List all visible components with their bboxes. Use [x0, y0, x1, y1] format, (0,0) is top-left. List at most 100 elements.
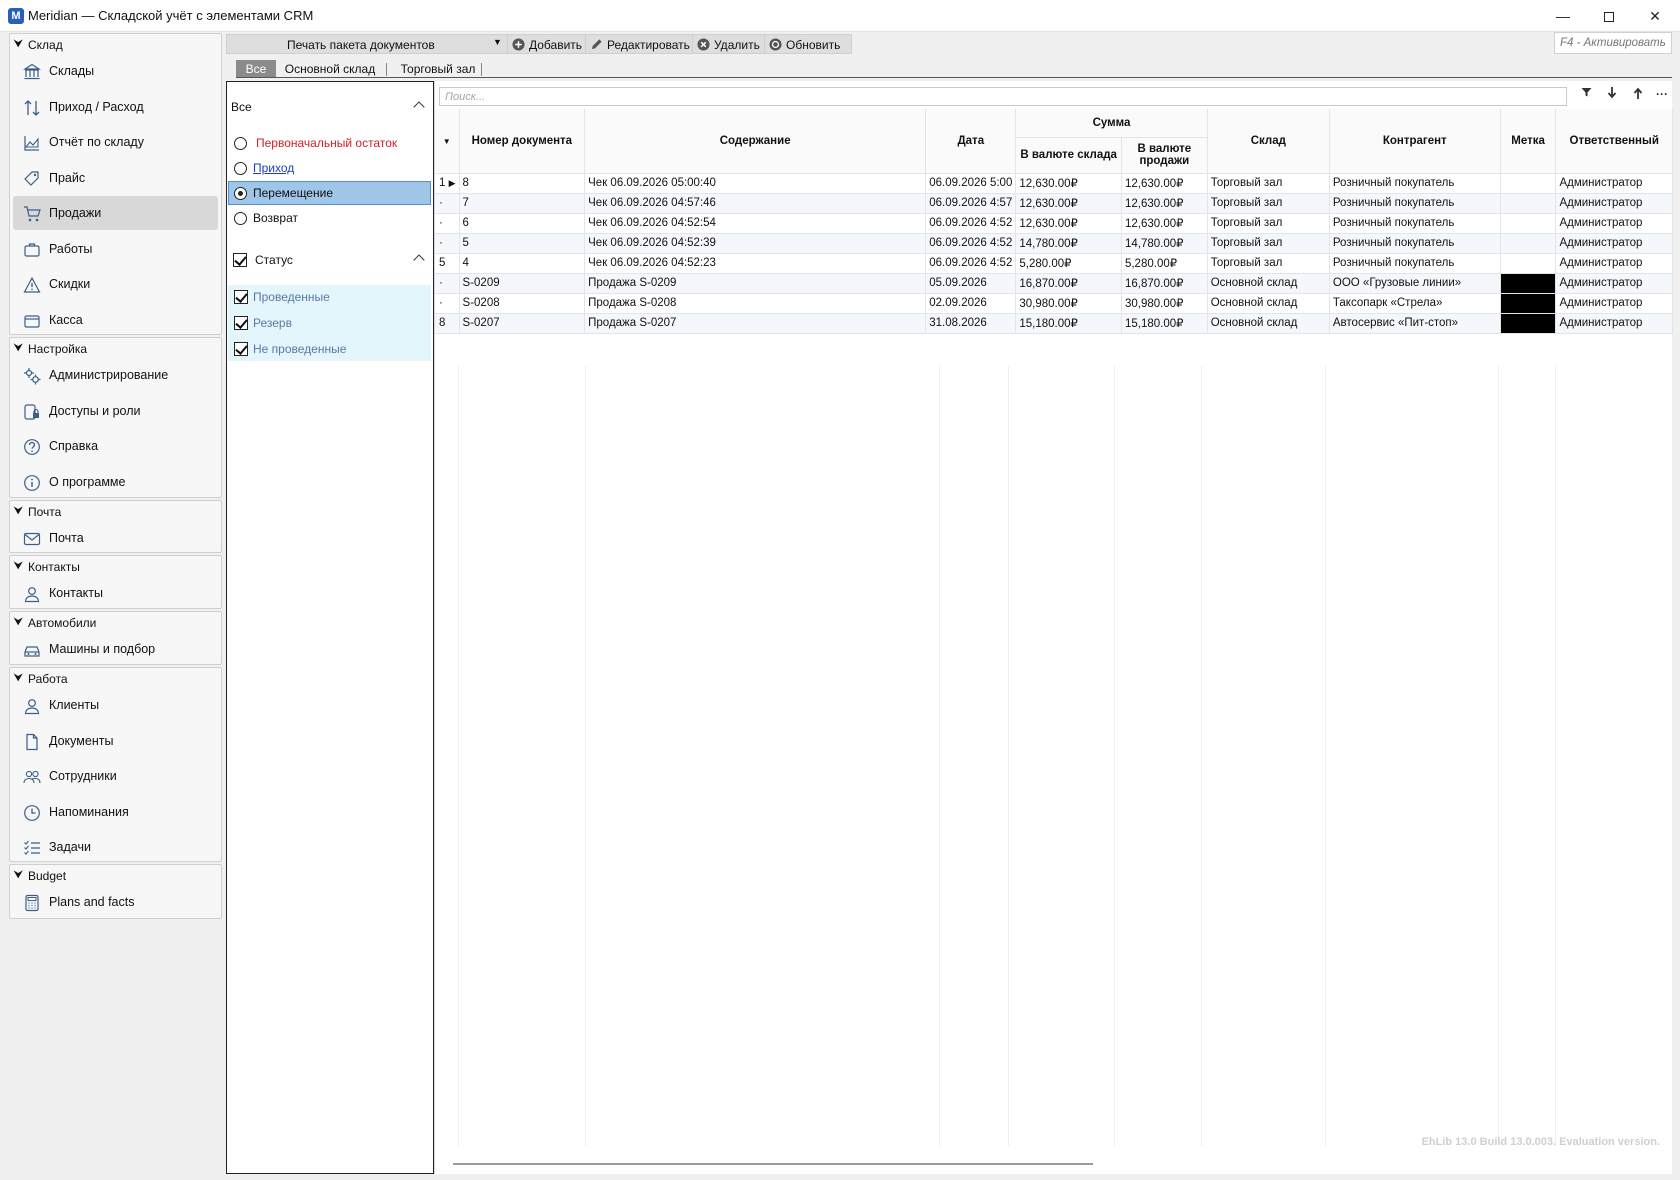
sort-down-icon[interactable]: [1601, 87, 1623, 106]
refresh-button[interactable]: Обновить: [765, 34, 852, 54]
sidebar-item[interactable]: Администрирование: [13, 358, 218, 392]
cell-mark[interactable]: [1500, 233, 1557, 254]
cell-date[interactable]: 06.09.2026 4:52: [925, 253, 1017, 274]
cell-sum-sale[interactable]: 30,980.00₽: [1121, 293, 1208, 314]
sidebar-item[interactable]: Документы: [13, 724, 218, 758]
cell-date[interactable]: 02.09.2026: [925, 293, 1017, 314]
cell-num[interactable]: S-0208: [459, 293, 586, 314]
row-indicator[interactable]: 8: [435, 313, 460, 334]
cell-sum-store[interactable]: 5,280.00₽: [1015, 253, 1122, 274]
checkbox-icon[interactable]: [234, 290, 248, 304]
cell-sum-sale[interactable]: 16,870.00₽: [1121, 273, 1208, 294]
sidebar-item[interactable]: Скидки: [13, 267, 218, 301]
sidebar-item[interactable]: Отчёт по складу: [13, 125, 218, 159]
search-input[interactable]: [439, 87, 1567, 106]
sidebar-item[interactable]: Склады: [13, 54, 218, 88]
sidebar-item[interactable]: Приход / Расход: [13, 90, 218, 124]
filter-icon[interactable]: [1575, 87, 1597, 106]
column-number[interactable]: Номер документа: [459, 109, 586, 174]
cell-mark[interactable]: [1500, 313, 1557, 334]
cell-store[interactable]: Основной склад: [1207, 293, 1330, 314]
cell-mark[interactable]: [1500, 273, 1557, 294]
cell-date[interactable]: 05.09.2026: [925, 273, 1017, 294]
cell-responsible[interactable]: Администратор: [1555, 253, 1673, 274]
checkbox-icon[interactable]: [233, 253, 247, 267]
cell-sum-store[interactable]: 12,630.00₽: [1015, 213, 1122, 234]
table-row[interactable]: 1 ▶ 8 Чек 06.09.2026 05:00:40 06.09.2026 5:…: [435, 173, 1673, 194]
cell-counterparty[interactable]: Розничный покупатель: [1329, 193, 1501, 214]
dropdown-arrow-icon[interactable]: ▼: [493, 37, 502, 47]
cell-content[interactable]: Чек 06.09.2026 05:00:40: [584, 173, 927, 194]
cell-store[interactable]: Торговый зал: [1207, 213, 1330, 234]
radio-selected-icon[interactable]: [234, 187, 247, 200]
cell-counterparty[interactable]: Розничный покупатель: [1329, 213, 1501, 234]
cell-num[interactable]: 4: [459, 253, 586, 274]
double-chevron-icon[interactable]: ⮟: [14, 556, 23, 578]
row-indicator[interactable]: ·: [435, 273, 460, 294]
cell-responsible[interactable]: Администратор: [1555, 273, 1673, 294]
chevron-up-icon[interactable]: [413, 101, 425, 113]
cell-sum-store[interactable]: 30,980.00₽: [1015, 293, 1122, 314]
cell-sum-store[interactable]: 16,870.00₽: [1015, 273, 1122, 294]
sidebar-group-header[interactable]: ⮟ Контакты: [10, 556, 221, 578]
cell-counterparty[interactable]: Розничный покупатель: [1329, 233, 1501, 254]
cell-responsible[interactable]: Администратор: [1555, 313, 1673, 334]
cell-sum-sale[interactable]: 12,630.00₽: [1121, 213, 1208, 234]
column-date[interactable]: Дата: [925, 109, 1017, 174]
sidebar-item[interactable]: Работы: [13, 232, 218, 266]
double-chevron-icon[interactable]: ⮟: [14, 501, 23, 523]
sidebar-item[interactable]: Сотрудники: [13, 759, 218, 793]
indicator-header[interactable]: ▼: [435, 109, 460, 174]
cell-date[interactable]: 06.09.2026 5:00: [925, 173, 1017, 194]
sidebar-item[interactable]: Напоминания: [13, 795, 218, 829]
cell-responsible[interactable]: Администратор: [1555, 233, 1673, 254]
tab-sales-floor[interactable]: Торговый зал: [390, 60, 486, 78]
cell-num[interactable]: 5: [459, 233, 586, 254]
cell-sum-sale[interactable]: 15,180.00₽: [1121, 313, 1208, 334]
filter-option-income[interactable]: Приход: [228, 156, 431, 180]
row-indicator[interactable]: ·: [435, 293, 460, 314]
column-store[interactable]: Склад: [1207, 109, 1330, 174]
edit-button[interactable]: Редактировать: [586, 34, 693, 54]
cell-sum-sale[interactable]: 14,780.00₽: [1121, 233, 1208, 254]
cell-sum-sale[interactable]: 5,280.00₽: [1121, 253, 1208, 274]
column-counterparty[interactable]: Контрагент: [1329, 109, 1501, 174]
sidebar-group-header[interactable]: ⮟ Настройка: [10, 338, 221, 360]
cell-responsible[interactable]: Администратор: [1555, 193, 1673, 214]
more-icon[interactable]: ···: [1651, 87, 1673, 106]
row-indicator[interactable]: ·: [435, 233, 460, 254]
sidebar-item[interactable]: Справка: [13, 429, 218, 463]
table-row[interactable]: 8 S-0207 Продажа S-0207 31.08.2026 15,180.00…: [435, 313, 1673, 334]
cell-sum-store[interactable]: 12,630.00₽: [1015, 193, 1122, 214]
double-chevron-icon[interactable]: ⮟: [14, 338, 23, 360]
maximize-button[interactable]: [1586, 0, 1632, 32]
tab-main-warehouse[interactable]: Основной склад: [280, 60, 380, 78]
cell-date[interactable]: 31.08.2026: [925, 313, 1017, 334]
cell-content[interactable]: Продажа S-0208: [584, 293, 927, 314]
column-sum-sale[interactable]: В валюте продажи: [1121, 137, 1208, 174]
cell-content[interactable]: Продажа S-0207: [584, 313, 927, 334]
sidebar-item[interactable]: Прайс: [13, 161, 218, 195]
tab-all[interactable]: Все: [236, 60, 276, 78]
cell-sum-store[interactable]: 15,180.00₽: [1015, 313, 1122, 334]
sidebar-item[interactable]: Касса: [13, 303, 218, 337]
delete-button[interactable]: Удалить: [693, 34, 765, 54]
column-menu-icon[interactable]: ▼: [443, 137, 451, 146]
column-sum-store[interactable]: В валюте склада: [1015, 137, 1122, 174]
double-chevron-icon[interactable]: ⮟: [14, 612, 23, 634]
double-chevron-icon[interactable]: ⮟: [14, 34, 23, 56]
minimize-button[interactable]: —: [1540, 0, 1586, 32]
print-package-button[interactable]: Печать пакета документов ▼: [226, 34, 508, 54]
cell-content[interactable]: Чек 06.09.2026 04:52:54: [584, 213, 927, 234]
close-button[interactable]: ✕: [1632, 0, 1678, 32]
filter-section-all[interactable]: Все: [231, 94, 427, 120]
sidebar-item[interactable]: Почта: [13, 521, 218, 555]
cell-counterparty[interactable]: Таксопарк «Стрела»: [1329, 293, 1501, 314]
cell-sum-store[interactable]: 12,630.00₽: [1015, 173, 1122, 194]
column-content[interactable]: Содержание: [584, 109, 927, 174]
add-button[interactable]: Добавить: [508, 34, 586, 54]
status-item-posted[interactable]: Проведенные: [228, 285, 431, 309]
row-indicator[interactable]: 1 ▶: [435, 173, 460, 194]
cell-date[interactable]: 06.09.2026 4:57: [925, 193, 1017, 214]
activate-input[interactable]: [1554, 32, 1672, 54]
